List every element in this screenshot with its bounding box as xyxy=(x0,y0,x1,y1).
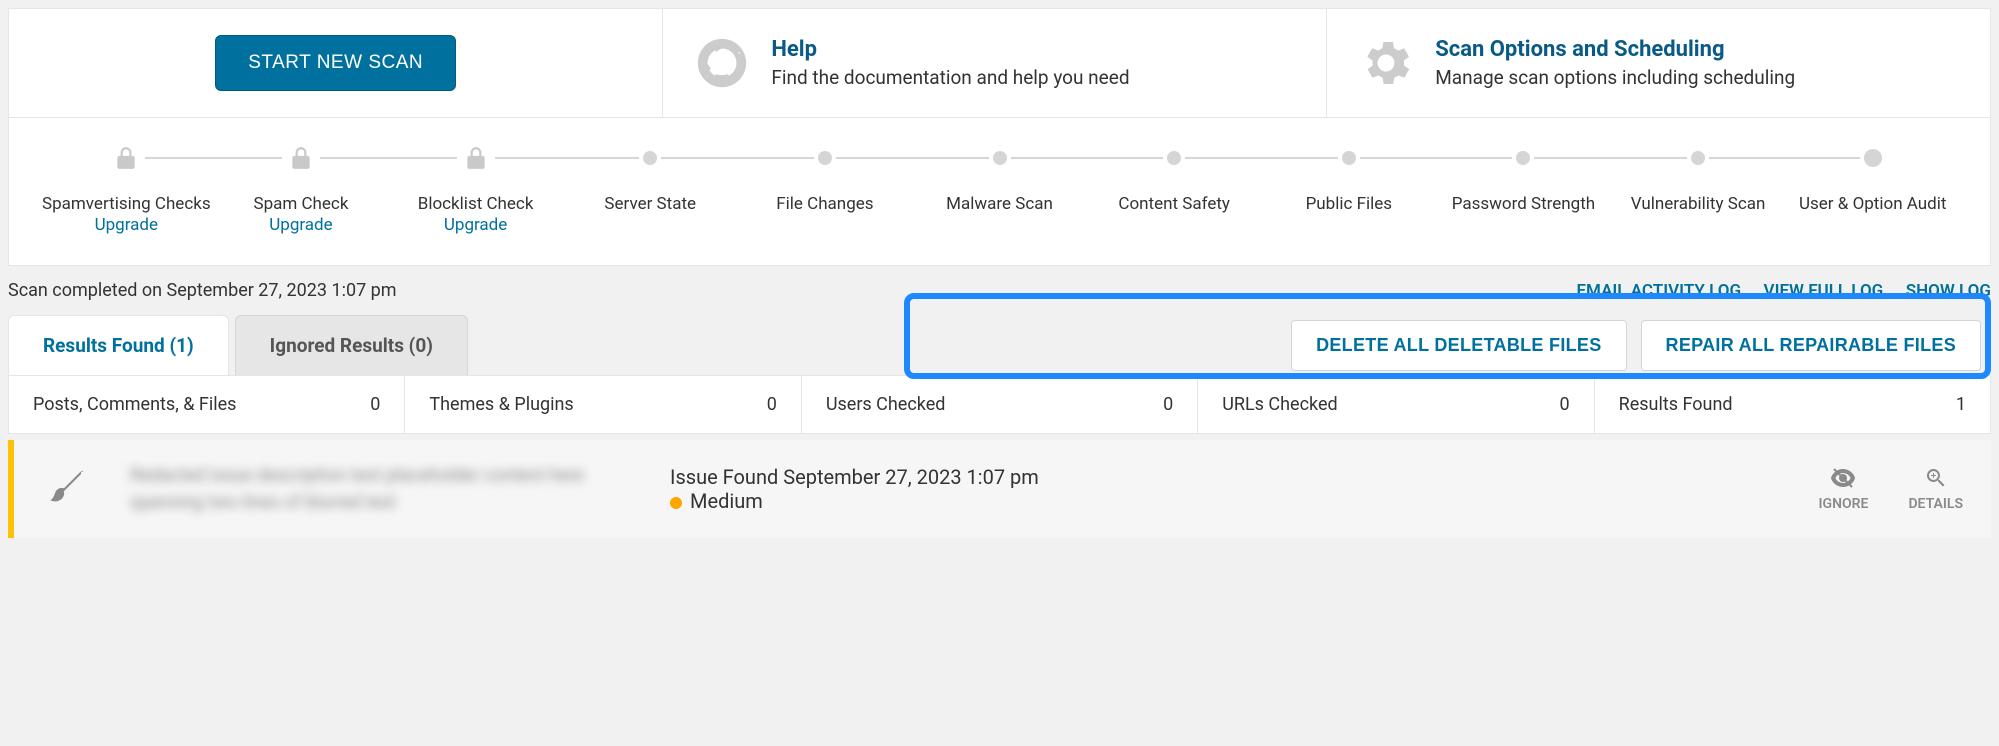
step-dot-icon xyxy=(1167,151,1181,165)
gear-icon xyxy=(1357,34,1415,92)
show-log-link[interactable]: SHOW LOG xyxy=(1906,281,1991,301)
scan-step: Server State xyxy=(563,143,738,215)
issue-row: Redacted issue description text placehol… xyxy=(8,440,1991,538)
repair-all-button[interactable]: REPAIR ALL REPAIRABLE FILES xyxy=(1641,320,1981,371)
scan-step: Password Strength xyxy=(1436,143,1611,215)
view-full-log-link[interactable]: VIEW FULL LOG xyxy=(1764,281,1884,301)
help-desc: Find the documentation and help you need xyxy=(771,66,1129,89)
tab-action-area: Results Found (1) Ignored Results (0) DE… xyxy=(8,315,1991,375)
options-panel[interactable]: Scan Options and Scheduling Manage scan … xyxy=(1326,8,1991,118)
step-dot-icon xyxy=(1516,151,1530,165)
lock-icon xyxy=(463,143,489,173)
email-activity-log-link[interactable]: EMAIL ACTIVITY LOG xyxy=(1576,281,1741,301)
issue-severity: Medium xyxy=(670,489,1039,513)
top-panels-row: START NEW SCAN Help Find the documentati… xyxy=(8,8,1991,118)
stat-cell: URLs Checked 0 xyxy=(1198,376,1594,433)
scan-step: Malware Scan xyxy=(912,143,1087,215)
scan-step: File Changes xyxy=(738,143,913,215)
scan-status-text: Scan completed on September 27, 2023 1:0… xyxy=(8,280,397,301)
step-label: Vulnerability Scan xyxy=(1631,193,1766,215)
brush-icon xyxy=(42,465,90,513)
stat-label: Results Found xyxy=(1619,394,1733,415)
eye-slash-icon xyxy=(1828,466,1858,490)
step-label: Content Safety xyxy=(1118,193,1230,215)
stat-cell: Posts, Comments, & Files 0 xyxy=(9,376,405,433)
step-label: Spam Check xyxy=(253,193,348,215)
step-label: Blocklist Check xyxy=(418,193,534,215)
lock-icon xyxy=(113,143,139,173)
options-text: Scan Options and Scheduling Manage scan … xyxy=(1435,37,1795,89)
upgrade-link[interactable]: Upgrade xyxy=(444,215,507,235)
stat-label: Themes & Plugins xyxy=(429,394,573,415)
stat-cell: Themes & Plugins 0 xyxy=(405,376,801,433)
scan-steps-bar: Spamvertising ChecksUpgradeSpam CheckUpg… xyxy=(8,118,1991,266)
stat-label: URLs Checked xyxy=(1222,394,1337,415)
stat-value: 1 xyxy=(1956,394,1966,415)
upgrade-link[interactable]: Upgrade xyxy=(95,215,158,235)
scan-step: Public Files xyxy=(1261,143,1436,215)
life-ring-icon xyxy=(693,34,751,92)
stat-value: 0 xyxy=(1163,394,1173,415)
step-dot-icon xyxy=(818,151,832,165)
step-label: Public Files xyxy=(1306,193,1392,215)
scan-stats-row: Posts, Comments, & Files0Themes & Plugin… xyxy=(8,375,1991,434)
upgrade-link[interactable]: Upgrade xyxy=(269,215,332,235)
help-panel[interactable]: Help Find the documentation and help you… xyxy=(662,8,1326,118)
step-dot-icon xyxy=(993,151,1007,165)
ignore-button[interactable]: IGNORE xyxy=(1819,466,1869,512)
start-new-scan-button[interactable]: START NEW SCAN xyxy=(215,35,456,91)
step-dot-icon xyxy=(643,151,657,165)
help-title: Help xyxy=(771,37,1129,62)
stat-value: 0 xyxy=(767,394,777,415)
scan-step: User & Option Audit xyxy=(1785,143,1960,215)
scan-step: Content Safety xyxy=(1087,143,1262,215)
stat-cell: Users Checked 0 xyxy=(802,376,1198,433)
scan-step: Vulnerability Scan xyxy=(1611,143,1786,215)
step-label: User & Option Audit xyxy=(1799,193,1946,215)
stat-value: 0 xyxy=(1560,394,1570,415)
bulk-actions: DELETE ALL DELETABLE FILES REPAIR ALL RE… xyxy=(1291,320,1991,371)
stat-label: Users Checked xyxy=(826,394,946,415)
step-label: File Changes xyxy=(776,193,873,215)
tab-results-found[interactable]: Results Found (1) xyxy=(8,315,229,375)
severity-dot-icon xyxy=(670,497,682,509)
step-dot-icon xyxy=(1342,151,1356,165)
scan-step: Spamvertising ChecksUpgrade xyxy=(39,143,214,235)
stat-value: 0 xyxy=(370,394,380,415)
help-text: Help Find the documentation and help you… xyxy=(771,37,1129,89)
options-desc: Manage scan options including scheduling xyxy=(1435,66,1795,89)
delete-all-button[interactable]: DELETE ALL DELETABLE FILES xyxy=(1291,320,1626,371)
zoom-in-icon xyxy=(1921,466,1951,490)
details-button[interactable]: DETAILS xyxy=(1908,466,1963,512)
step-dot-icon xyxy=(1864,149,1882,167)
step-label: Password Strength xyxy=(1452,193,1595,215)
step-label: Server State xyxy=(604,193,696,215)
step-label: Malware Scan xyxy=(946,193,1053,215)
app-root: START NEW SCAN Help Find the documentati… xyxy=(0,0,1999,546)
stat-label: Posts, Comments, & Files xyxy=(33,394,236,415)
scan-step: Spam CheckUpgrade xyxy=(214,143,389,235)
step-label: Spamvertising Checks xyxy=(42,193,211,215)
issue-meta: Issue Found September 27, 2023 1:07 pm M… xyxy=(670,465,1039,513)
status-row: Scan completed on September 27, 2023 1:0… xyxy=(8,266,1991,311)
result-tabs: Results Found (1) Ignored Results (0) xyxy=(8,315,474,375)
stat-cell: Results Found 1 xyxy=(1595,376,1990,433)
log-links: EMAIL ACTIVITY LOG VIEW FULL LOG SHOW LO… xyxy=(1558,280,1991,301)
start-scan-panel: START NEW SCAN xyxy=(8,8,662,118)
issue-found-text: Issue Found September 27, 2023 1:07 pm xyxy=(670,465,1039,489)
step-dot-icon xyxy=(1691,151,1705,165)
lock-icon xyxy=(288,143,314,173)
options-title: Scan Options and Scheduling xyxy=(1435,37,1795,62)
scan-step: Blocklist CheckUpgrade xyxy=(388,143,563,235)
tab-ignored-results[interactable]: Ignored Results (0) xyxy=(235,315,468,375)
issue-title-redacted: Redacted issue description text placehol… xyxy=(130,462,630,516)
